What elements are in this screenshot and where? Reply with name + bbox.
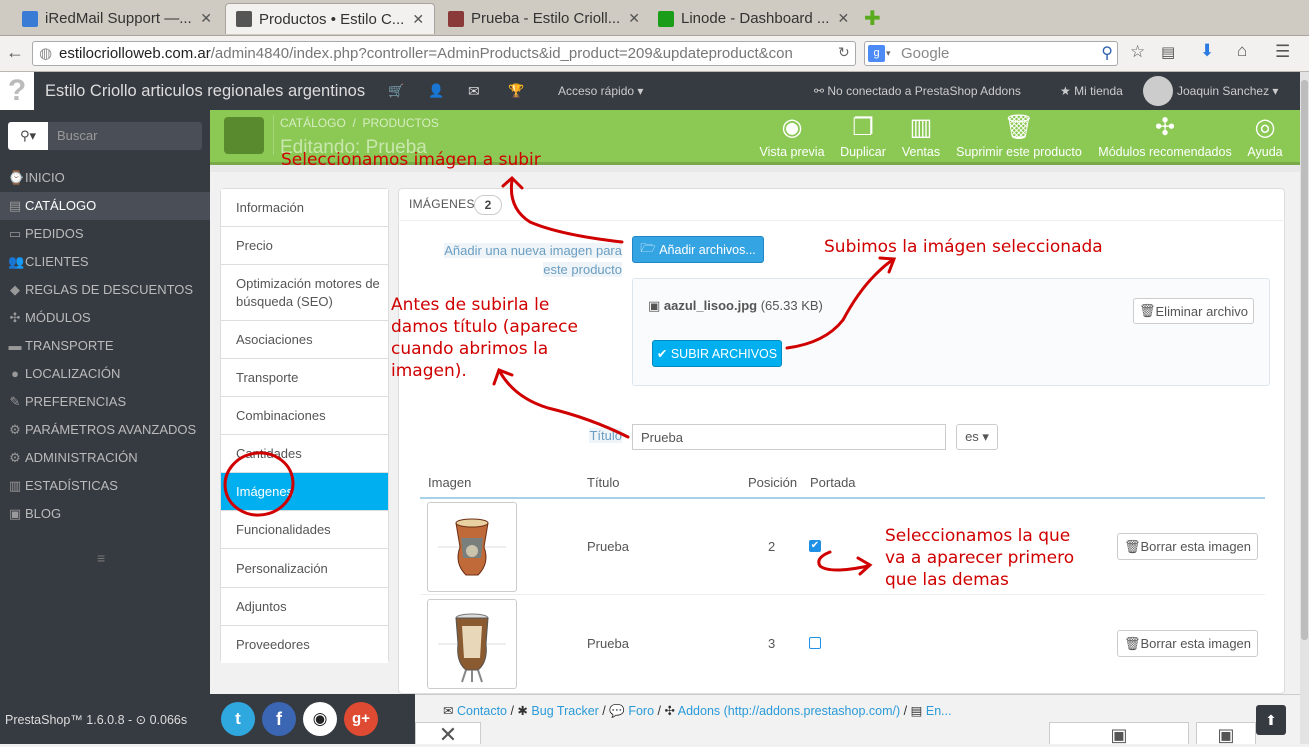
arrow-to-upload [785, 258, 895, 350]
arrow-to-select [509, 178, 624, 244]
bug-icon: ✱ [517, 704, 528, 718]
annotation-title-note: Antes de subirla le damos título (aparec… [391, 295, 578, 381]
scrollbar-thumb[interactable] [1301, 80, 1308, 640]
scrollbar[interactable] [1300, 72, 1309, 744]
footer-link-foro[interactable]: Foro [628, 704, 654, 718]
save-button[interactable]: ▣ [1049, 722, 1189, 745]
footer-links: ✉ Contacto / ✱ Bug Tracker / 💬 Foro / ✣ … [443, 704, 952, 718]
annotation-select: Seleccionamos imágen a subir [281, 150, 541, 170]
scroll-top-icon[interactable]: ⬆ [1256, 705, 1286, 735]
book-icon: ▤ [910, 704, 923, 718]
cancel-button[interactable]: ✕ [415, 722, 481, 747]
footer-link-contacto[interactable]: Contacto [457, 704, 507, 718]
github-icon[interactable]: ◉ [303, 702, 337, 736]
facebook-icon[interactable]: f [262, 702, 296, 736]
annotation-arrows [223, 175, 897, 576]
google-plus-icon[interactable]: g+ [344, 702, 378, 736]
footer-link-bug-tracker[interactable]: Bug Tracker [531, 704, 598, 718]
footer-link-more[interactable]: En... [926, 704, 952, 718]
envelope-icon: ✉ [443, 704, 454, 718]
clock-icon: ⊙ [135, 713, 150, 727]
version-info: PrestaShop™ 1.6.0.8 - ⊙ 0.066s [5, 713, 188, 727]
footer-link-addons[interactable]: Addons (http://addons.prestashop.com/) [678, 704, 900, 718]
annotation-cover: Seleccionamos la que va a aparecer prime… [885, 526, 1075, 590]
footer: PrestaShop™ 1.6.0.8 - ⊙ 0.066s t f ◉ g+ … [0, 694, 1300, 747]
comments-icon: 💬 [609, 704, 625, 718]
puzzle-icon: ✣ [664, 704, 675, 718]
circle-imagenes-tab [223, 451, 295, 517]
twitter-icon[interactable]: t [221, 702, 255, 736]
annotation-upload: Subimos la imágen seleccionada [824, 237, 1103, 257]
save-and-stay-button[interactable]: ▣ [1196, 722, 1256, 745]
